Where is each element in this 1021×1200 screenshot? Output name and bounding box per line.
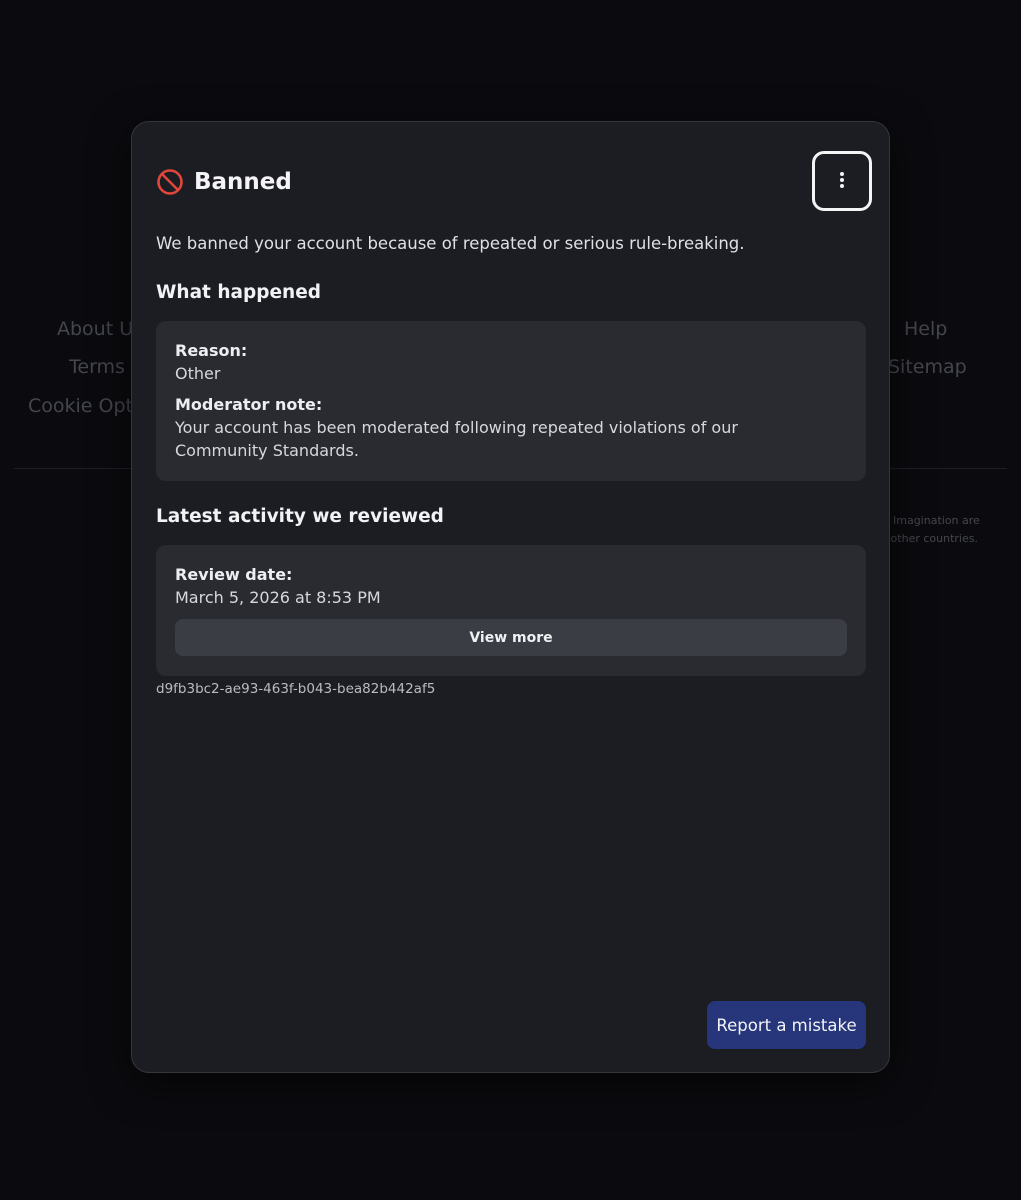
footer-link-sitemap[interactable]: Sitemap (888, 356, 967, 378)
moderator-note-value: Your account has been moderated followin… (175, 418, 738, 460)
modal-title: Banned (194, 169, 292, 195)
ban-description: We banned your account because of repeat… (156, 234, 745, 253)
review-date-value: March 5, 2026 at 8:53 PM (175, 588, 381, 607)
ban-notice-modal: Banned We banned your account because of… (131, 121, 890, 1073)
reason-value: Other (175, 364, 221, 383)
more-options-button[interactable] (812, 151, 872, 211)
moderator-note-label: Moderator note: (175, 395, 323, 414)
footer-link-about[interactable]: About U (57, 318, 133, 340)
reference-id: d9fb3bc2-ae93-463f-b043-bea82b442af5 (156, 681, 436, 697)
legal-text-line: l other countries. (884, 532, 978, 545)
modal-header: Banned (156, 166, 292, 198)
legal-text-line: Imagination are (893, 514, 980, 527)
footer-link-cookie-options[interactable]: Cookie Opti (28, 395, 138, 417)
ban-icon (156, 168, 184, 196)
footer-link-help[interactable]: Help (904, 318, 947, 340)
latest-activity-card: Review date: March 5, 2026 at 8:53 PM Vi… (156, 545, 866, 676)
report-mistake-button[interactable]: Report a mistake (707, 1001, 866, 1049)
latest-activity-heading: Latest activity we reviewed (156, 506, 444, 527)
footer-link-terms[interactable]: Terms (69, 356, 125, 378)
view-more-button[interactable]: View more (175, 619, 847, 656)
vertical-ellipsis-icon (839, 171, 845, 192)
review-date-label: Review date: (175, 565, 293, 584)
what-happened-card: Reason: Other Moderator note: Your accou… (156, 321, 866, 481)
what-happened-heading: What happened (156, 282, 321, 303)
reason-label: Reason: (175, 341, 248, 360)
